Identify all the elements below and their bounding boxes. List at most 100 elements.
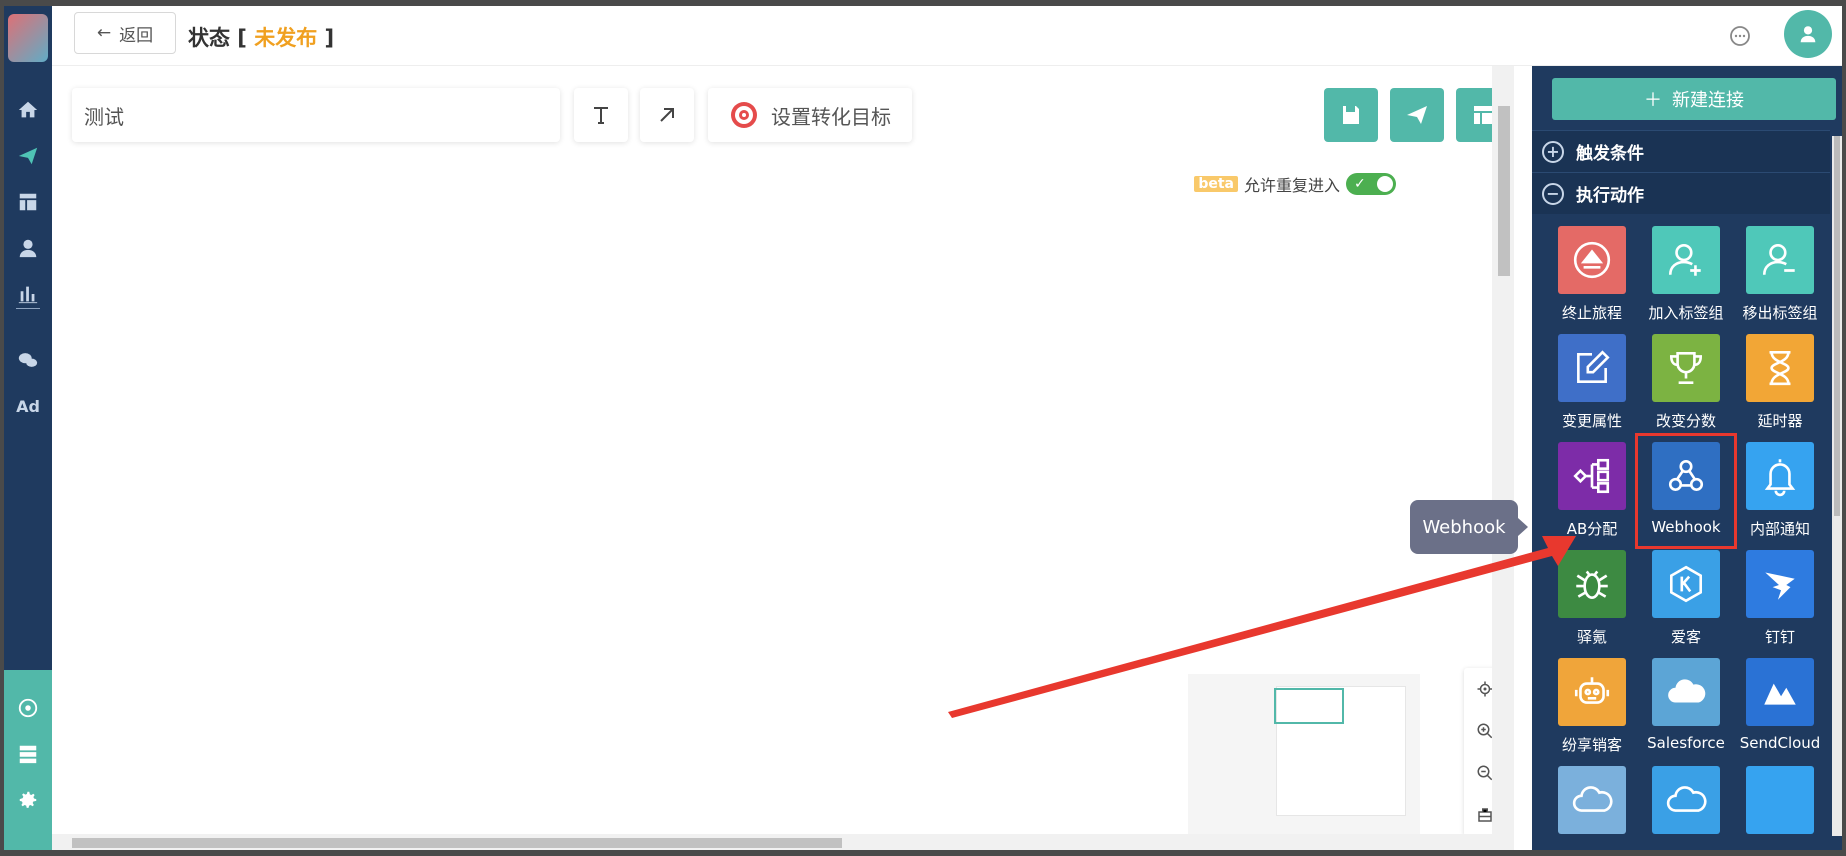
- publish-button[interactable]: [1390, 88, 1444, 142]
- beta-badge: beta: [1194, 176, 1238, 192]
- layout-icon[interactable]: [4, 182, 52, 222]
- tile-label: 变更属性: [1561, 412, 1622, 430]
- send-icon[interactable]: [4, 136, 52, 176]
- status-suffix: ]: [324, 26, 335, 50]
- tile-label: 加入标签组: [1648, 304, 1724, 322]
- split-icon: [1558, 442, 1626, 510]
- action-remove-tag-group[interactable]: 移出标签组: [1732, 226, 1828, 330]
- user-minus-icon: [1746, 226, 1814, 294]
- avatar[interactable]: [1784, 10, 1832, 58]
- section-triggers[interactable]: + 触发条件: [1532, 130, 1830, 172]
- target-icon: [731, 102, 757, 128]
- tile-label: 驿氪: [1576, 628, 1607, 646]
- reentry-toggle[interactable]: ✓: [1346, 173, 1396, 195]
- action-yike[interactable]: 驿氪: [1544, 550, 1640, 654]
- tile-label: 纷享销客: [1561, 736, 1622, 754]
- top-bar: ← 返回 状态 [ 未发布 ]: [52, 6, 1842, 66]
- k-icon: [1652, 550, 1720, 618]
- cloud-icon: [1652, 766, 1720, 834]
- tile-label: SendCloud: [1739, 734, 1821, 752]
- settings-icon[interactable]: [4, 780, 52, 820]
- action-more-2[interactable]: [1638, 766, 1734, 850]
- section-actions[interactable]: − 执行动作: [1532, 172, 1830, 214]
- send-icon: [1407, 106, 1427, 124]
- action-delay[interactable]: 延时器: [1732, 334, 1828, 438]
- nav-divider: [16, 308, 40, 309]
- new-connection-button[interactable]: ＋ 新建连接: [1552, 78, 1836, 120]
- action-change-attribute[interactable]: 变更属性: [1544, 334, 1640, 438]
- action-dingtalk[interactable]: 钉钉: [1732, 550, 1828, 654]
- tile-label: 内部通知: [1749, 520, 1810, 538]
- eject-icon: [1558, 226, 1626, 294]
- chat-icon[interactable]: [1728, 24, 1752, 48]
- scroll-thumb[interactable]: [72, 838, 842, 848]
- panel-scrollbar[interactable]: [1832, 136, 1842, 836]
- cloud-icon: [1558, 766, 1626, 834]
- collapse-icon: −: [1542, 182, 1564, 205]
- user-avatar-icon: [1800, 26, 1816, 43]
- expand-icon: +: [1542, 140, 1564, 163]
- arrow-tool-button[interactable]: [640, 88, 694, 142]
- app-window: Ad ← 返回 状态 [ 未发布 ] 测试 设置转化目标 beta 允许重复进入…: [4, 6, 1842, 850]
- journey-canvas[interactable]: 设置转化目标 beta 允许重复进入 ✓: [52, 66, 1514, 850]
- set-goal-label: 设置转化目标: [771, 104, 891, 129]
- dingtalk-icon: [1746, 550, 1814, 618]
- action-change-score[interactable]: 改变分数: [1638, 334, 1734, 438]
- text-tool-button[interactable]: [574, 88, 628, 142]
- action-ab-split[interactable]: AB分配: [1544, 442, 1640, 546]
- tile-label: Salesforce: [1647, 734, 1725, 752]
- journey-name-input[interactable]: [72, 88, 560, 142]
- tile-label: 钉钉: [1764, 628, 1795, 646]
- scroll-thumb[interactable]: [1834, 136, 1840, 516]
- action-internal-notice[interactable]: 内部通知: [1732, 442, 1828, 546]
- canvas-vertical-scrollbar[interactable]: [1492, 66, 1514, 836]
- action-sendcloud[interactable]: SendCloud: [1732, 658, 1828, 762]
- action-aike[interactable]: 爱客: [1638, 550, 1734, 654]
- wechat-icon[interactable]: [4, 340, 52, 380]
- tile-label: 改变分数: [1655, 412, 1716, 430]
- action-end-journey[interactable]: 终止旅程: [1544, 226, 1640, 330]
- reentry-setting: beta 允许重复进入 ✓: [1194, 172, 1396, 196]
- reentry-label: 允许重复进入: [1243, 176, 1340, 195]
- user-icon[interactable]: [4, 228, 52, 268]
- canvas-horizontal-scrollbar[interactable]: [52, 834, 1514, 850]
- action-fxiaoke[interactable]: 纷享销客: [1544, 658, 1640, 762]
- section-label: 触发条件: [1576, 144, 1644, 164]
- left-nav: Ad: [4, 6, 52, 850]
- component-panel: ＋ 新建连接 + 触发条件 − 执行动作 终止旅程 加入标签组 移出标签组 变更…: [1532, 66, 1842, 850]
- edit-icon: [1558, 334, 1626, 402]
- minimap-viewport[interactable]: [1274, 688, 1344, 724]
- server-icon[interactable]: [4, 734, 52, 774]
- tile-label: Webhook: [1651, 518, 1721, 536]
- network-icon[interactable]: [4, 688, 52, 728]
- trophy-icon: [1652, 334, 1720, 402]
- save-icon: [1343, 106, 1359, 124]
- tile-label: 移出标签组: [1742, 304, 1818, 322]
- webhook-icon: [1652, 442, 1720, 510]
- bell-icon: [1746, 442, 1814, 510]
- save-button[interactable]: [1324, 88, 1378, 142]
- home-icon[interactable]: [4, 90, 52, 130]
- text-icon: [594, 107, 608, 124]
- ad-icon[interactable]: Ad: [4, 386, 52, 426]
- action-salesforce[interactable]: Salesforce: [1638, 658, 1734, 762]
- toggle-knob: [1377, 176, 1393, 192]
- scroll-thumb[interactable]: [1498, 106, 1510, 276]
- arrow-left-icon: ←: [96, 23, 112, 43]
- cloud-icon: [1652, 658, 1720, 726]
- action-more-3[interactable]: [1732, 766, 1828, 850]
- back-button[interactable]: ← 返回: [74, 12, 176, 54]
- brand-icon: [1746, 766, 1814, 834]
- action-more-1[interactable]: [1544, 766, 1640, 850]
- back-label: 返回: [119, 25, 154, 46]
- bug-icon: [1558, 550, 1626, 618]
- app-logo[interactable]: [8, 14, 48, 62]
- minimap[interactable]: [1188, 674, 1420, 834]
- status-prefix: 状态 [: [188, 26, 247, 50]
- action-webhook[interactable]: Webhook: [1635, 433, 1737, 549]
- nav-bottom-group: [4, 670, 52, 850]
- new-connection-label: 新建连接: [1672, 90, 1744, 111]
- set-goal-button[interactable]: 设置转化目标: [708, 88, 912, 142]
- plus-icon: ＋: [1644, 90, 1662, 111]
- action-add-tag-group[interactable]: 加入标签组: [1638, 226, 1734, 330]
